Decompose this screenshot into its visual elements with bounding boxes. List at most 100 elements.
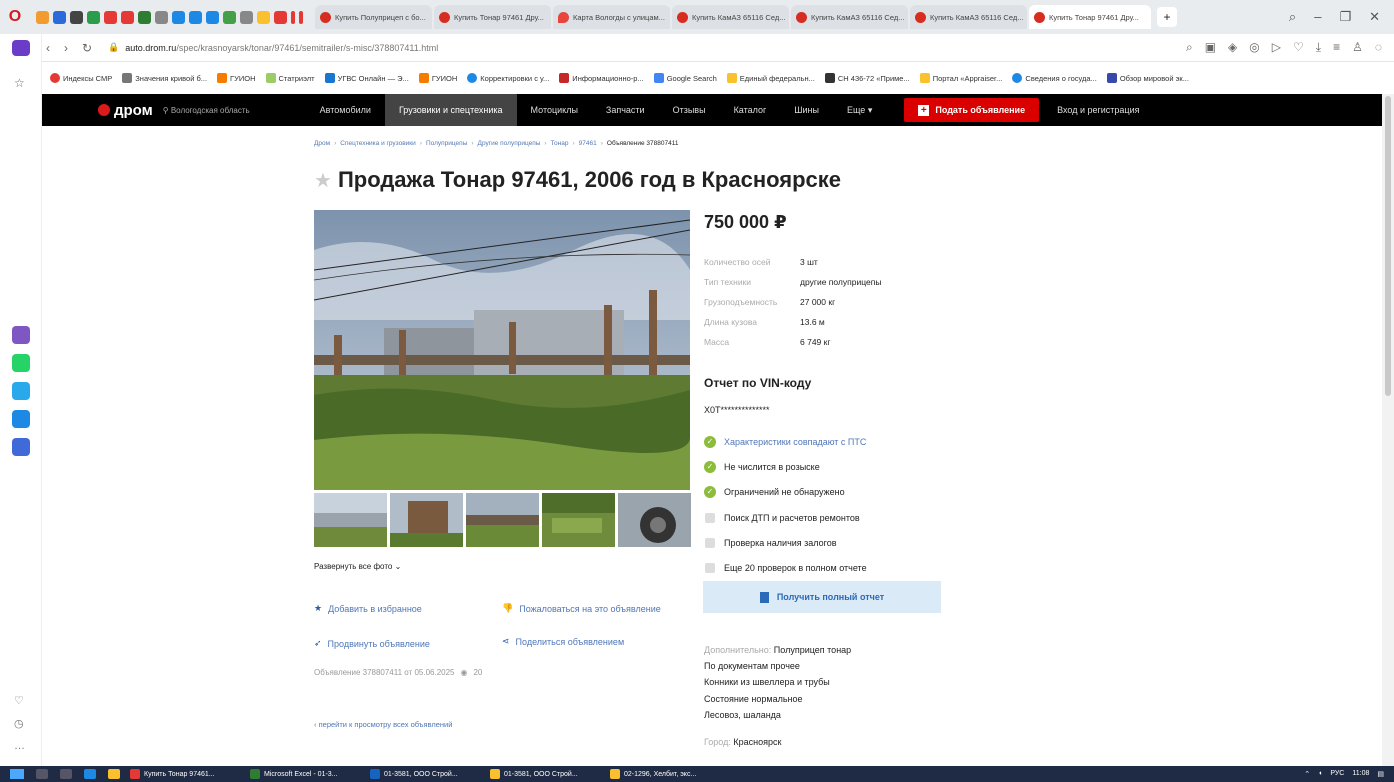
snap-icon[interactable]: ❐ xyxy=(1339,9,1351,25)
pinned-site-icon[interactable] xyxy=(189,10,202,24)
bookmark-item[interactable]: Сведения о госуда... xyxy=(1012,73,1097,83)
add-favorite-link[interactable]: ★ Добавить в избранное xyxy=(314,603,422,614)
bookmark-item[interactable]: СН 436-72 «Приме... xyxy=(824,73,910,83)
aria-icon[interactable] xyxy=(12,326,30,344)
browser-tab[interactable]: Купить КамАЗ 65116 Сед... xyxy=(791,5,908,29)
language-indicator[interactable]: РУС xyxy=(1330,770,1344,778)
app-icon[interactable] xyxy=(12,438,30,456)
taskbar-app[interactable]: 02-1296, Хелбит, экс... xyxy=(610,769,720,779)
breadcrumb-item[interactable]: Другие полуприцепы xyxy=(478,140,541,147)
reload-icon[interactable]: ↻ xyxy=(82,41,92,55)
pinned-site-icon[interactable] xyxy=(155,10,168,24)
browser-tab[interactable]: Купить Тонар 97461 Дру... xyxy=(434,5,551,29)
complain-link[interactable]: 👎 Пожаловаться на это объявление xyxy=(502,603,661,614)
download-icon[interactable]: ⤓ xyxy=(1316,40,1321,55)
extensions-icon[interactable]: ◌ xyxy=(1375,40,1382,55)
bookmark-item[interactable]: Значения кривой б... xyxy=(122,73,207,83)
browser-tab[interactable]: Карта Вологды с улицам... xyxy=(553,5,670,29)
browser-tab[interactable]: Купить КамАЗ 65116 Сед... xyxy=(672,5,789,29)
new-tab-button[interactable]: + xyxy=(1157,7,1177,27)
volume-icon[interactable]: ◖ xyxy=(1318,770,1322,778)
main-photo[interactable] xyxy=(314,210,690,490)
notifications-icon[interactable]: ▤ xyxy=(1377,770,1384,778)
pinned-site-icon[interactable] xyxy=(121,10,134,24)
bookmark-item[interactable]: Статриэлт xyxy=(265,73,315,83)
url-field[interactable]: 🔒 auto.drom.ru/spec/krasnoyarsk/tonar/97… xyxy=(108,42,438,53)
history-icon[interactable]: ◷ xyxy=(14,717,25,730)
bookmark-item[interactable]: УГВС Онлайн — Э... xyxy=(324,73,409,83)
pinned-site-icon[interactable] xyxy=(36,10,49,24)
task-view-icon[interactable] xyxy=(60,769,72,779)
photo-thumbnail[interactable] xyxy=(466,493,539,547)
bookmark-item[interactable]: Корректировки с у... xyxy=(467,73,549,83)
breadcrumb-item[interactable]: Тонар xyxy=(551,140,569,147)
messenger-icon[interactable] xyxy=(12,410,30,428)
breadcrumb-item[interactable]: Дром xyxy=(314,140,330,147)
photo-thumbnail[interactable] xyxy=(390,493,463,547)
edge-icon[interactable] xyxy=(84,769,96,779)
promote-link[interactable]: ➶ Продвинуть объявление xyxy=(314,638,430,649)
bookmark-item[interactable]: Единый федеральн... xyxy=(726,73,815,83)
telegram-icon[interactable] xyxy=(12,382,30,400)
shield-icon[interactable]: ♡ xyxy=(1293,40,1304,55)
bookmarks-star-icon[interactable]: ☆ xyxy=(14,76,25,90)
taskbar-app[interactable]: 01-3581, ООО Строй... xyxy=(370,769,480,779)
profile-icon[interactable]: ♙ xyxy=(1352,40,1363,55)
get-full-report-button[interactable]: Получить полный отчет xyxy=(703,581,941,613)
pinned-site-icon[interactable] xyxy=(299,10,303,24)
snapshot-icon[interactable]: ▣ xyxy=(1205,40,1216,55)
pinned-site-icon[interactable] xyxy=(257,10,270,24)
share-link[interactable]: ⋖ Поделиться объявлением xyxy=(502,636,624,647)
tray-chevron-icon[interactable]: ⌃ xyxy=(1304,770,1310,778)
search-tabs-icon[interactable]: ⌕ xyxy=(1289,9,1296,25)
nav-tires[interactable]: Шины xyxy=(780,94,833,126)
bookmark-item[interactable]: Google Search xyxy=(653,73,717,83)
pinned-site-icon[interactable] xyxy=(274,10,287,24)
photo-thumbnail[interactable] xyxy=(618,493,691,547)
play-icon[interactable]: ▷ xyxy=(1272,40,1281,55)
forward-icon[interactable]: › xyxy=(64,41,68,55)
pinned-site-icon[interactable] xyxy=(104,10,117,24)
nav-catalog[interactable]: Каталог xyxy=(720,94,781,126)
chrome-icon[interactable] xyxy=(108,769,120,779)
drom-logo[interactable]: дром xyxy=(98,102,153,119)
clock[interactable]: 11:08 xyxy=(1352,770,1369,778)
browser-tab-active[interactable]: Купить Тонар 97461 Дру... xyxy=(1029,5,1151,29)
nav-reviews[interactable]: Отзывы xyxy=(659,94,720,126)
pinned-site-icon[interactable] xyxy=(70,10,83,24)
bookmark-item[interactable]: Информационно-р... xyxy=(559,73,644,83)
bookmark-item[interactable]: ГУИОН xyxy=(217,73,256,83)
pinned-site-icon[interactable] xyxy=(138,10,151,24)
browser-tab[interactable]: Купить Полуприцеп с бо... xyxy=(315,5,432,29)
windows-start-icon[interactable] xyxy=(10,769,24,779)
pinned-site-icon[interactable] xyxy=(223,10,236,24)
scrollbar-thumb[interactable] xyxy=(1385,96,1391,396)
minimize-icon[interactable]: – xyxy=(1314,9,1321,25)
breadcrumb-item[interactable]: Полуприцепы xyxy=(426,140,467,147)
heart-icon[interactable]: ♡ xyxy=(14,694,25,707)
breadcrumb-item[interactable]: Спецтехника и грузовики xyxy=(340,140,416,147)
workspace-icon[interactable] xyxy=(12,40,30,56)
nav-motorcycles[interactable]: Мотоциклы xyxy=(517,94,592,126)
pinned-site-icon[interactable] xyxy=(291,10,295,24)
breadcrumb-item[interactable]: 97461 xyxy=(579,140,597,147)
search-icon[interactable] xyxy=(36,769,48,779)
opera-menu-icon[interactable]: O xyxy=(0,0,30,34)
menu-icon[interactable]: ≡ xyxy=(1333,40,1340,55)
region-selector[interactable]: ⚲ Вологодская область xyxy=(163,106,250,115)
bookmark-item[interactable]: Портал «Appraiser... xyxy=(919,73,1002,83)
nav-more[interactable]: Еще ▾ xyxy=(833,94,886,126)
pinned-site-icon[interactable] xyxy=(206,10,219,24)
pinned-site-icon[interactable] xyxy=(172,10,185,24)
nav-trucks[interactable]: Грузовики и спецтехника xyxy=(384,94,517,126)
login-link[interactable]: Вход и регистрация xyxy=(1057,105,1139,115)
nav-cars[interactable]: Автомобили xyxy=(306,94,385,126)
search-icon[interactable]: ⌕ xyxy=(1186,40,1193,55)
bookmark-item[interactable]: Обзор мировой эк... xyxy=(1106,73,1189,83)
taskbar-app[interactable]: Купить Тонар 97461... xyxy=(130,769,240,779)
favorite-star-icon[interactable]: ★ xyxy=(314,168,332,193)
pinned-site-icon[interactable] xyxy=(87,10,100,24)
photo-thumbnail[interactable] xyxy=(542,493,615,547)
taskbar-app[interactable]: Microsoft Excel - 01-3... xyxy=(250,769,360,779)
taskbar-app[interactable]: 01-3581, ООО Строй... xyxy=(490,769,600,779)
